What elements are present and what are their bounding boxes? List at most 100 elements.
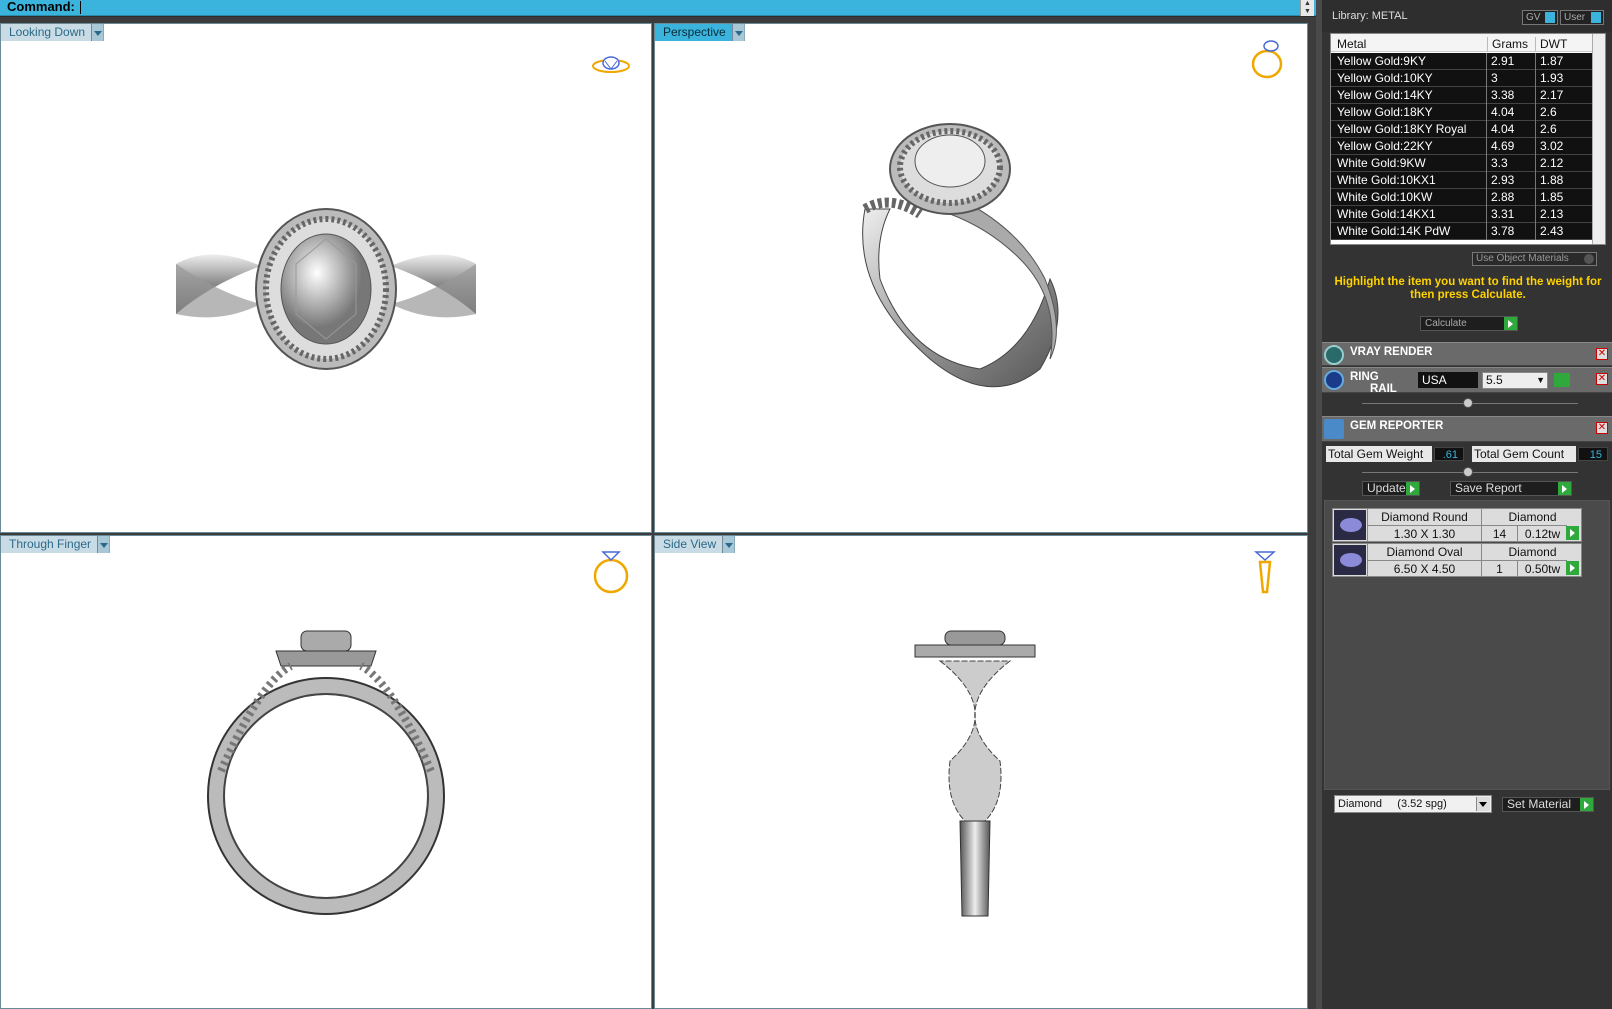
gem-weight: 0.50tw xyxy=(1517,560,1567,576)
metal-table-scrollbar[interactable] xyxy=(1592,34,1605,244)
ringrail-go-button[interactable] xyxy=(1554,373,1570,387)
viewport-through-finger[interactable]: Through Finger xyxy=(0,535,652,1009)
user-button[interactable]: User xyxy=(1560,10,1604,25)
table-row[interactable]: White Gold:14KX1 3.31 2.13 xyxy=(1331,206,1593,223)
save-report-label: Save Report xyxy=(1455,481,1522,495)
table-row[interactable]: Yellow Gold:10KY 3 1.93 xyxy=(1331,70,1593,87)
play-icon xyxy=(1580,798,1593,811)
close-icon[interactable]: ✕ xyxy=(1596,348,1608,360)
viewport-tab-side-view[interactable]: Side View xyxy=(655,536,736,553)
ring-perspective-icon[interactable] xyxy=(1247,36,1287,80)
cell-grams: 2.88 xyxy=(1486,189,1514,206)
table-row[interactable]: White Gold:10KX1 2.93 1.88 xyxy=(1331,172,1593,189)
cell-dwt: 1.87 xyxy=(1535,53,1563,70)
table-row[interactable]: White Gold:9KW 3.3 2.12 xyxy=(1331,155,1593,172)
viewport-tab-looking-down[interactable]: Looking Down xyxy=(1,24,105,41)
gem-row[interactable]: Diamond Round Diamond 1.30 X 1.30 14 0.1… xyxy=(1332,508,1582,542)
gem-select-button[interactable] xyxy=(1566,561,1579,575)
set-material-label: Set Material xyxy=(1507,797,1572,811)
chevron-down-icon xyxy=(1476,797,1490,811)
update-button[interactable]: Update xyxy=(1362,481,1420,496)
table-row[interactable]: Yellow Gold:18KY Royal 4.04 2.6 xyxy=(1331,121,1593,138)
cell-dwt: 2.43 xyxy=(1535,223,1563,240)
viewport-tab-through-finger[interactable]: Through Finger xyxy=(1,536,111,553)
user-toggle-icon xyxy=(1591,12,1601,23)
right-panel: Library: METAL GV User Metal Grams DWT Y… xyxy=(1316,0,1612,1009)
gv-button[interactable]: GV xyxy=(1522,10,1558,25)
ringrail-title: RING RAIL xyxy=(1350,371,1397,395)
ring-front-icon[interactable] xyxy=(591,546,631,596)
viewport-looking-down[interactable]: Looking Down xyxy=(0,23,652,533)
cell-dwt: 2.12 xyxy=(1535,155,1563,172)
cell-metal: Yellow Gold:10KY xyxy=(1337,71,1433,85)
metal-table-rows: Yellow Gold:9KY 2.91 1.87 Yellow Gold:10KY… xyxy=(1331,53,1593,240)
gem-select-button[interactable] xyxy=(1566,526,1579,540)
close-icon[interactable]: ✕ xyxy=(1596,422,1608,434)
use-object-materials-toggle[interactable]: Use Object Materials xyxy=(1472,252,1597,266)
cell-metal: White Gold:10KX1 xyxy=(1337,173,1436,187)
table-row[interactable]: Yellow Gold:18KY 4.04 2.6 xyxy=(1331,104,1593,121)
cell-dwt: 2.13 xyxy=(1535,206,1563,223)
cell-grams: 4.04 xyxy=(1486,121,1514,138)
total-gem-count-label: Total Gem Count xyxy=(1472,446,1576,462)
splitter-handle[interactable] xyxy=(1463,467,1473,477)
command-bar[interactable]: Command: ▲ ▼ xyxy=(0,0,1316,16)
table-row[interactable]: Yellow Gold:14KY 3.38 2.17 xyxy=(1331,87,1593,104)
material-select-value: Diamond (3.52 spg) xyxy=(1338,798,1447,810)
ringrail-region[interactable]: USA xyxy=(1418,372,1478,388)
splitter-handle[interactable] xyxy=(1463,398,1473,408)
set-material-button[interactable]: Set Material xyxy=(1502,797,1594,812)
cell-grams: 2.91 xyxy=(1486,53,1514,70)
close-icon[interactable]: ✕ xyxy=(1596,373,1608,385)
column-grams[interactable]: Grams xyxy=(1487,37,1528,51)
ring-model-top xyxy=(176,208,476,370)
cell-metal: Yellow Gold:18KY Royal xyxy=(1337,122,1467,136)
table-row[interactable]: White Gold:10KW 2.88 1.85 xyxy=(1331,189,1593,206)
viewport-area: Looking Down Perspective Through Finger … xyxy=(0,17,1316,1009)
ring-side-icon[interactable] xyxy=(1250,546,1280,598)
ring-size-select[interactable]: 5.5 ▼ xyxy=(1482,372,1548,389)
cell-metal: Yellow Gold:22KY xyxy=(1337,139,1433,153)
gem-row[interactable]: Diamond Oval Diamond 6.50 X 4.50 1 0.50t… xyxy=(1332,543,1582,577)
viewport-dropdown[interactable] xyxy=(731,24,744,41)
diamond-round-icon xyxy=(1334,510,1366,540)
column-dwt[interactable]: DWT xyxy=(1535,37,1567,51)
viewport-dropdown[interactable] xyxy=(91,24,104,41)
save-report-button[interactable]: Save Report xyxy=(1450,481,1572,496)
command-input-caret[interactable] xyxy=(80,1,81,14)
table-row[interactable]: Yellow Gold:22KY 4.69 3.02 xyxy=(1331,138,1593,155)
total-gem-weight-value: .61 xyxy=(1434,447,1464,461)
vray-icon xyxy=(1324,345,1344,365)
cell-dwt: 3.02 xyxy=(1535,138,1563,155)
viewport-tab-perspective[interactable]: Perspective xyxy=(655,24,745,41)
calculate-button[interactable]: Calculate xyxy=(1420,316,1518,331)
cell-grams: 4.04 xyxy=(1486,104,1514,121)
gem-count: 1 xyxy=(1481,560,1517,576)
vray-render-section[interactable]: VRAY RENDER ✕ xyxy=(1322,342,1612,366)
cell-grams: 3.31 xyxy=(1486,206,1514,223)
viewport-perspective[interactable]: Perspective xyxy=(654,23,1308,533)
cell-grams: 2.93 xyxy=(1486,172,1514,189)
gem-shape: Diamond Round xyxy=(1367,509,1481,525)
viewport-side-view[interactable]: Side View xyxy=(654,535,1308,1009)
ring-model-perspective xyxy=(862,123,1059,388)
column-metal[interactable]: Metal xyxy=(1337,37,1366,51)
cell-dwt: 1.85 xyxy=(1535,189,1563,206)
viewport-dropdown[interactable] xyxy=(97,536,110,553)
ringrail-section[interactable]: RING RAIL USA 5.5 ▼ ✕ xyxy=(1322,367,1612,395)
command-scroll[interactable]: ▲ ▼ xyxy=(1300,0,1314,16)
gem-reporter-section[interactable]: GEM REPORTER ✕ xyxy=(1322,416,1612,442)
diamond-oval-icon xyxy=(1334,545,1366,575)
material-select[interactable]: Diamond (3.52 spg) xyxy=(1334,795,1492,813)
play-icon xyxy=(1558,482,1571,495)
viewport-title: Through Finger xyxy=(9,537,92,551)
viewport-dropdown[interactable] xyxy=(722,536,735,553)
table-row[interactable]: White Gold:14K PdW 3.78 2.43 xyxy=(1331,223,1593,240)
metal-table[interactable]: Metal Grams DWT Yellow Gold:9KY 2.91 1.87 … xyxy=(1330,33,1606,245)
metal-table-header: Metal Grams DWT xyxy=(1331,34,1593,52)
ring-top-icon[interactable] xyxy=(591,52,631,76)
gem-reporter-title: GEM REPORTER xyxy=(1350,420,1444,432)
table-row[interactable]: Yellow Gold:9KY 2.91 1.87 xyxy=(1331,53,1593,70)
user-label: User xyxy=(1564,12,1586,23)
gem-material: Diamond xyxy=(1481,544,1583,560)
